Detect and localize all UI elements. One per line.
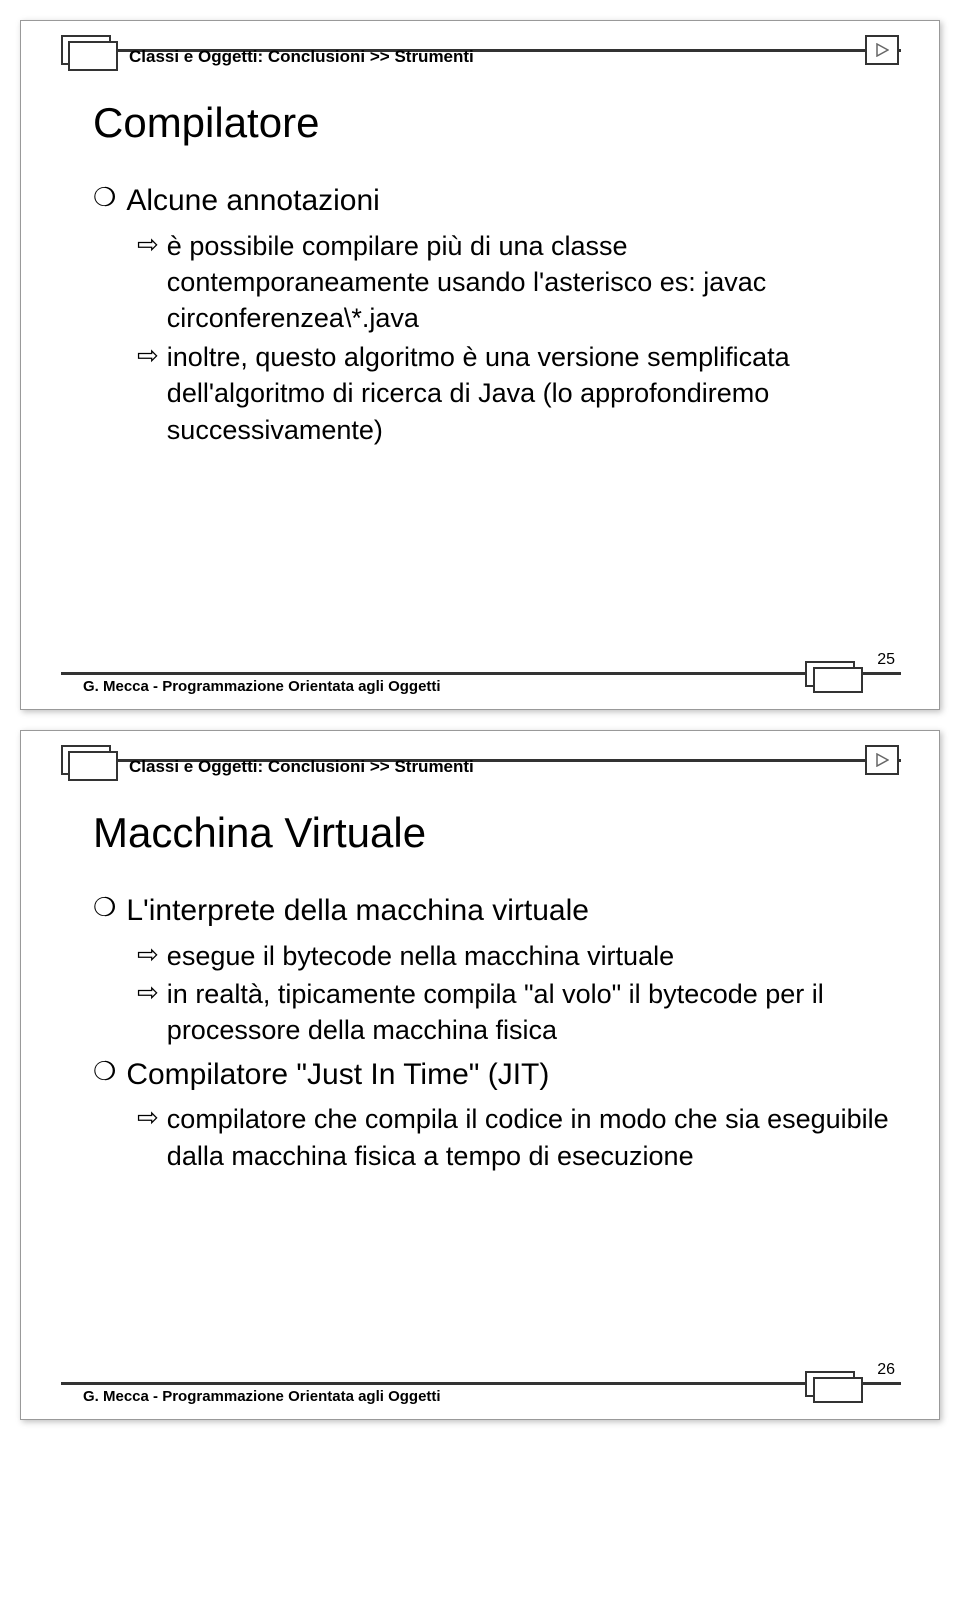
arrow-bullet-icon: ⇨	[137, 976, 159, 1010]
bullet-level1: ❍ Compilatore "Just In Time" (JIT)	[93, 1055, 893, 1096]
slide: Classi e Oggetti: Conclusioni >> Strumen…	[20, 730, 940, 1420]
circle-bullet-icon: ❍	[93, 891, 116, 925]
header-decor-box	[68, 41, 118, 71]
header-decor-box	[68, 751, 118, 781]
bullet-text: Compilatore "Just In Time" (JIT)	[126, 1055, 549, 1096]
slide-title: Macchina Virtuale	[93, 809, 426, 857]
slide: Classi e Oggetti: Conclusioni >> Strumen…	[20, 20, 940, 710]
arrow-bullet-icon: ⇨	[137, 938, 159, 972]
footer-decor-box	[813, 667, 863, 693]
bullet-text: compilatore che compila il codice in mod…	[167, 1101, 893, 1174]
play-icon	[865, 35, 899, 65]
arrow-bullet-icon: ⇨	[137, 228, 159, 262]
slide-content: ❍ L'interprete della macchina virtuale ⇨…	[93, 891, 893, 1176]
bullet-level2: ⇨ inoltre, questo algoritmo è una versio…	[137, 339, 893, 448]
bullet-text: in realtà, tipicamente compila "al volo"…	[167, 976, 893, 1049]
bullet-level2: ⇨ esegue il bytecode nella macchina virt…	[137, 938, 893, 974]
page-number: 26	[877, 1361, 895, 1379]
bullet-level2: ⇨ compilatore che compila il codice in m…	[137, 1101, 893, 1174]
bullet-text: è possibile compilare più di una classe …	[167, 228, 893, 337]
circle-bullet-icon: ❍	[93, 1055, 116, 1089]
footer-rule	[61, 1382, 901, 1385]
page-number: 25	[877, 651, 895, 669]
bullet-level2: ⇨ è possibile compilare più di una class…	[137, 228, 893, 337]
bullet-text: L'interprete della macchina virtuale	[126, 891, 589, 932]
breadcrumb: Classi e Oggetti: Conclusioni >> Strumen…	[129, 47, 474, 67]
bullet-level1: ❍ L'interprete della macchina virtuale	[93, 891, 893, 932]
footer-decor-box	[813, 1377, 863, 1403]
arrow-bullet-icon: ⇨	[137, 1101, 159, 1135]
bullet-text: inoltre, questo algoritmo è una versione…	[167, 339, 893, 448]
circle-bullet-icon: ❍	[93, 181, 116, 215]
slide-content: ❍ Alcune annotazioni ⇨ è possibile compi…	[93, 181, 893, 450]
arrow-bullet-icon: ⇨	[137, 339, 159, 373]
footer-text: G. Mecca - Programmazione Orientata agli…	[83, 1388, 441, 1405]
footer-rule	[61, 672, 901, 675]
bullet-text: Alcune annotazioni	[126, 181, 380, 222]
breadcrumb: Classi e Oggetti: Conclusioni >> Strumen…	[129, 757, 474, 777]
footer-text: G. Mecca - Programmazione Orientata agli…	[83, 678, 441, 695]
bullet-level1: ❍ Alcune annotazioni	[93, 181, 893, 222]
bullet-level2: ⇨ in realtà, tipicamente compila "al vol…	[137, 976, 893, 1049]
play-icon	[865, 745, 899, 775]
bullet-text: esegue il bytecode nella macchina virtua…	[167, 938, 674, 974]
slide-title: Compilatore	[93, 99, 319, 147]
